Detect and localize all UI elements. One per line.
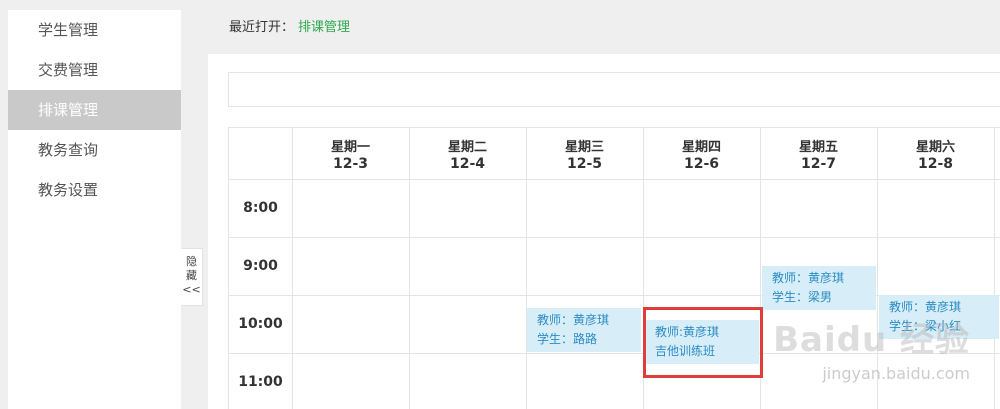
time-label-9: 9:00 [243,258,278,274]
weekday-label: 星期六 [915,140,955,155]
collapse-sidebar-button[interactable]: 隐 藏 << [181,248,203,306]
sidebar-item-academic-query[interactable]: 教务查询 [8,130,181,170]
recent-link-schedule[interactable]: 排课管理 [298,20,350,35]
sidebar-item-academic-settings[interactable]: 教务设置 [8,170,181,210]
day-header-tue: 星期二 12-4 [409,128,526,179]
sidebar: 学生管理 交费管理 排课管理 教务查询 教务设置 [8,10,181,409]
grid-line [229,179,1000,180]
event-teacher: 教师：黄彦琪 [772,271,845,285]
double-chevron-left-icon: << [182,283,201,296]
time-label-11: 11:00 [238,374,283,390]
sidebar-item-schedule-management[interactable]: 排课管理 [8,90,181,130]
date-label: 12-6 [683,156,720,172]
schedule-event[interactable]: 教师：黄彦琪 学生：路路 [527,308,641,352]
sidebar-item-fee-management[interactable]: 交费管理 [8,50,181,90]
recent-opened-bar: 最近打开： 排课管理 [229,16,350,35]
schedule-event[interactable]: 教师：黄彦琪 学生：梁男 [762,266,876,310]
time-label-8: 8:00 [243,200,278,216]
event-student: 学生：路路 [537,332,598,346]
collapse-label-2: 藏 [186,269,197,282]
date-label: 12-7 [800,156,837,172]
day-header-thu: 星期四 12-6 [643,128,760,179]
recent-opened-label: 最近打开： [229,20,295,35]
weekday-label: 星期二 [447,140,487,155]
day-header-sat: 星期六 12-8 [877,128,994,179]
weekday-label: 星期五 [798,140,838,155]
event-teacher: 教师：黄彦琪 [537,313,610,327]
collapse-label-1: 隐 [186,255,197,268]
grid-line [229,237,1000,238]
time-label-10: 10:00 [238,316,283,332]
weekday-label: 星期三 [564,140,604,155]
date-label: 12-3 [332,156,369,172]
date-label: 12-4 [449,156,486,172]
grid-line [994,128,995,409]
watermark-url: jingyan.baidu.com [822,364,970,383]
day-header-wed: 星期三 12-5 [526,128,643,179]
day-header-mon: 星期一 12-3 [292,128,409,179]
filter-bar [228,72,1000,107]
sidebar-item-student-management[interactable]: 学生管理 [8,10,181,50]
day-header-fri: 星期五 12-7 [760,128,877,179]
weekday-label: 星期一 [330,140,370,155]
watermark-logo: Baidu 经验 [773,320,970,360]
date-label: 12-8 [917,156,954,172]
selection-highlight [643,307,763,378]
date-label: 12-5 [566,156,603,172]
weekday-label: 星期四 [681,140,721,155]
event-student: 学生：梁男 [772,290,833,304]
